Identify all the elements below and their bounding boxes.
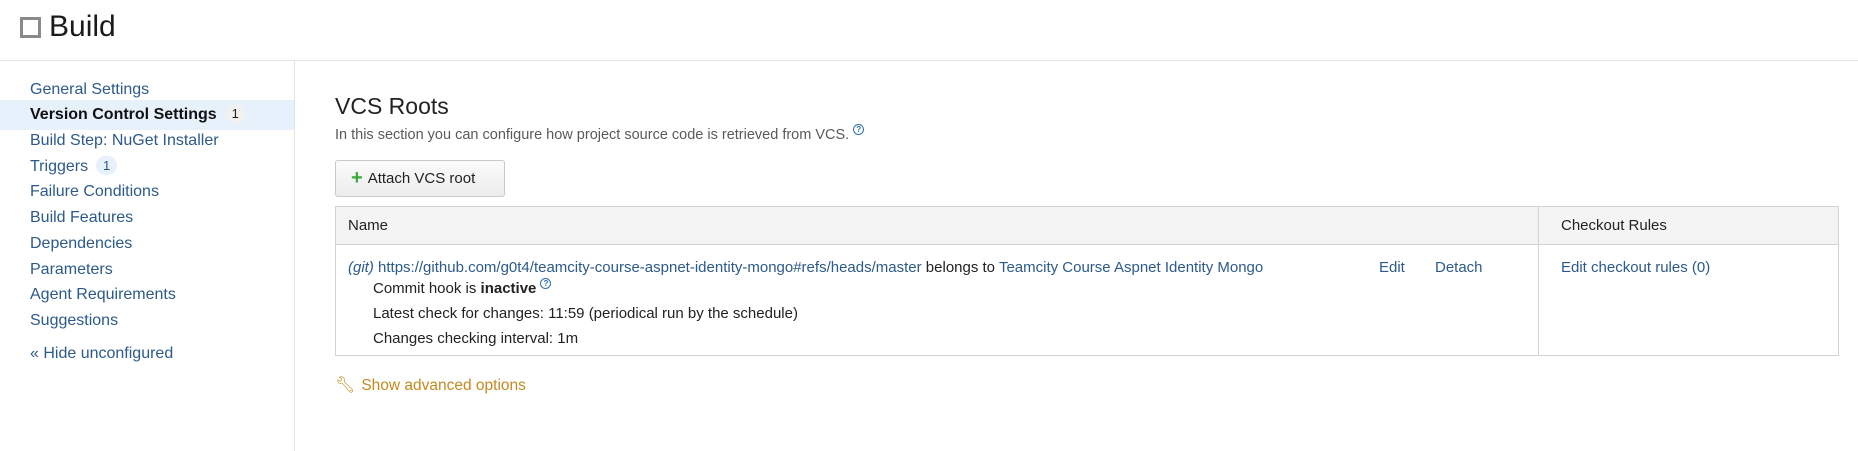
show-advanced-options-link[interactable]: 🔧︎ Show advanced options [335,375,526,397]
wrench-icon: 🔧︎ [335,377,356,394]
count-badge: 1 [224,104,246,123]
sidebar-item-suggestions[interactable]: Suggestions [0,306,294,336]
page-title: Build [49,10,116,43]
commit-hook-label: Commit hook is [373,280,477,297]
vcs-root-url-link[interactable]: https://github.com/g0t4/teamcity-course-… [378,259,922,276]
section-description: In this section you can configure how pr… [335,124,865,146]
sidebar-item-label: Parameters [30,261,113,278]
sidebar-item-label: Failure Conditions [30,183,159,200]
belongs-to-text: belongs to [925,259,996,276]
advanced-options-label: Show advanced options [361,377,526,394]
sidebar-item-label: Triggers [30,158,89,175]
button-label: Attach VCS root [367,170,476,187]
commit-hook-value: inactive [480,280,537,297]
hide-unconfigured-link[interactable]: « Hide unconfigured [0,339,294,369]
latest-check-text: Latest check for changes: 11:59 (periodi… [373,305,798,322]
help-icon[interactable]: ? [853,124,865,135]
checking-interval-text: Changes checking interval: 1m [373,330,579,347]
edit-checkout-rules-link[interactable]: Edit checkout rules (0) [1561,256,1710,280]
column-header-name: Name [348,217,389,234]
vcs-type-tag: (git) [348,259,374,276]
sidebar-item-label: Build Features [30,209,134,226]
edit-link[interactable]: Edit [1379,256,1405,280]
attach-vcs-root-button[interactable]: + Attach VCS root [335,160,505,197]
settings-sidebar: General Settings Version Control Setting… [0,60,295,451]
help-icon[interactable]: ? [540,278,552,289]
description-text: In this section you can configure how pr… [335,127,850,143]
sidebar-item-label: General Settings [30,81,150,98]
sidebar-item-label: Suggestions [30,312,119,329]
vcs-roots-table: Name Checkout Rules (git) https://github… [335,206,1839,356]
column-divider [1538,207,1539,355]
column-header-checkout-rules: Checkout Rules [1561,217,1667,234]
project-link[interactable]: Teamcity Course Aspnet Identity Mongo [999,259,1263,276]
sidebar-item-label: Dependencies [30,235,133,252]
table-header: Name Checkout Rules [336,207,1838,245]
plus-icon: + [351,167,363,189]
sidebar-item-label: Build Step: NuGet Installer [30,132,219,149]
count-badge: 1 [96,156,118,175]
page-header: Build [0,0,1858,61]
commit-hook-status: Commit hook is inactive? [373,277,552,301]
sidebar-item-label: Agent Requirements [30,286,176,303]
build-config-icon [20,17,41,38]
section-title: VCS Roots [335,93,449,119]
detach-link[interactable]: Detach [1435,256,1483,280]
sidebar-item-label: Version Control Settings [30,106,217,123]
